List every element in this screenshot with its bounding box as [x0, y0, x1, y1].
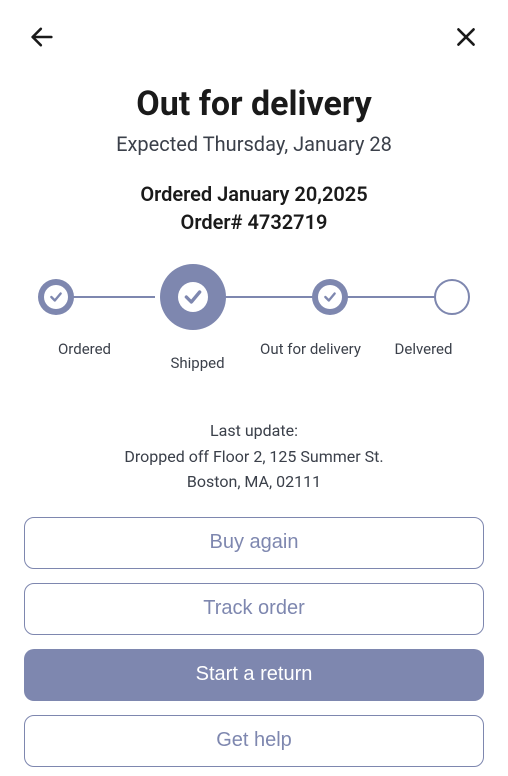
last-update-address-line2: Boston, MA, 02111	[0, 469, 508, 495]
progress-step-delivered	[434, 279, 470, 315]
actions-block: Buy again Track order Start a return Get…	[0, 517, 508, 767]
close-button[interactable]	[446, 18, 486, 58]
start-return-button[interactable]: Start a return	[24, 649, 484, 701]
last-update-label: Last update:	[0, 418, 508, 444]
check-icon	[183, 287, 203, 307]
check-icon	[323, 290, 337, 304]
title-block: Out for delivery Expected Thursday, Janu…	[0, 84, 508, 156]
header-bar	[0, 0, 508, 58]
progress-label: Ordered	[28, 340, 141, 358]
order-meta: Ordered January 20,2025 Order# 4732719	[0, 182, 508, 234]
buy-again-button[interactable]: Buy again	[24, 517, 484, 569]
progress-circle	[160, 264, 226, 330]
last-update-block: Last update: Dropped off Floor 2, 125 Su…	[0, 418, 508, 495]
progress-circle	[434, 279, 470, 315]
progress-label: Shipped	[141, 354, 254, 372]
expected-date: Expected Thursday, January 28	[0, 132, 508, 156]
check-icon	[49, 290, 63, 304]
progress-step-ordered	[38, 279, 74, 315]
order-date-line: Ordered January 20,2025	[0, 182, 508, 206]
progress-step-out-for-delivery	[312, 279, 348, 315]
progress-label: Delvered	[367, 340, 480, 358]
progress-step-shipped	[160, 264, 226, 330]
page-title: Out for delivery	[0, 84, 508, 124]
order-id-line: Order# 4732719	[0, 210, 508, 234]
track-order-button[interactable]: Track order	[24, 583, 484, 635]
get-help-button[interactable]: Get help	[24, 715, 484, 767]
progress-circle	[312, 279, 348, 315]
arrow-left-icon	[28, 23, 56, 54]
progress-circle	[38, 279, 74, 315]
close-icon	[453, 24, 479, 53]
progress-label: Out for delivery	[254, 340, 367, 358]
progress-tracker: Ordered Shipped Out for delivery Delvere…	[0, 264, 508, 358]
last-update-address-line1: Dropped off Floor 2, 125 Summer St.	[0, 444, 508, 470]
back-button[interactable]	[22, 18, 62, 58]
